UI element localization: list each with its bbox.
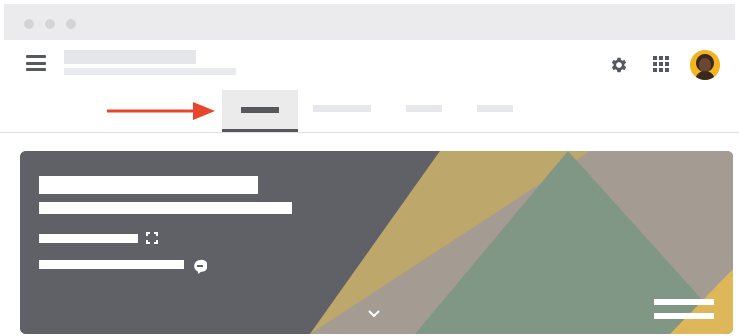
fullscreen-icon[interactable]	[146, 232, 158, 244]
chevron-down-icon[interactable]	[367, 309, 381, 319]
tab-4[interactable]	[477, 105, 513, 112]
avatar-person-icon	[690, 50, 720, 80]
avatar[interactable]	[690, 50, 720, 80]
meeting-code	[39, 234, 138, 243]
page-subtitle	[64, 68, 236, 75]
meeting-banner	[20, 151, 733, 334]
app-header	[0, 40, 739, 96]
menu-lines-icon[interactable]	[654, 299, 714, 321]
gear-icon[interactable]	[609, 55, 629, 75]
page-title	[64, 50, 196, 64]
window-minimize-dot[interactable]	[45, 19, 55, 29]
chat-bubble-icon[interactable]	[193, 259, 207, 275]
tab-label	[241, 107, 279, 113]
tab-3[interactable]	[406, 105, 442, 112]
window-maximize-dot[interactable]	[66, 19, 76, 29]
tab-active[interactable]	[222, 90, 298, 132]
tab-active-indicator	[222, 129, 298, 132]
window-close-dot[interactable]	[24, 19, 34, 29]
banner-title	[39, 176, 258, 194]
apps-grid-icon[interactable]	[652, 55, 670, 73]
banner-subtitle	[39, 202, 292, 214]
menu-icon[interactable]	[26, 55, 46, 71]
tab-2[interactable]	[313, 105, 371, 112]
annotation-arrow	[107, 102, 215, 120]
window-titlebar	[4, 4, 735, 40]
tab-bar	[0, 90, 739, 133]
meeting-phone	[39, 260, 184, 269]
